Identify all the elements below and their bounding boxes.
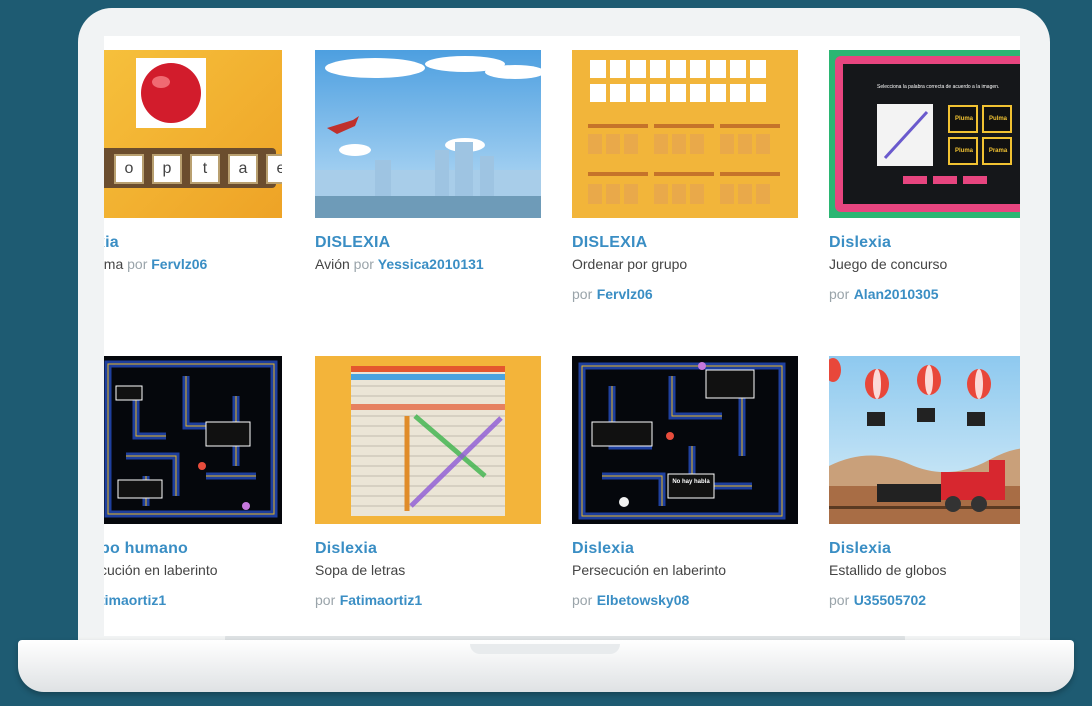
card-byline: por Fervlz06 [572, 286, 798, 304]
card-byline: timaortiz1 [104, 592, 282, 610]
activity-type: Persecución en laberinto [572, 562, 727, 578]
author-link[interactable]: Fervlz06 [151, 256, 207, 272]
group-sort-image [572, 50, 798, 218]
author-link[interactable]: Fatimaortiz1 [340, 592, 422, 608]
activity-type: cución en laberinto [104, 562, 218, 578]
quiz-option[interactable]: Pulma [984, 116, 1012, 122]
author-link[interactable]: Alan2010305 [854, 286, 939, 302]
balloon-pop-image [829, 356, 1020, 524]
screen: o p t a e xia ama por Fervlz06 [104, 36, 1020, 636]
card-title[interactable]: Dislexia [572, 540, 798, 558]
card-byline: ama por Fervlz06 [104, 256, 282, 272]
activity-type: Estallido de globos [829, 562, 947, 578]
airplane-game-image [315, 50, 541, 218]
por-label: por [572, 286, 593, 302]
activity-card[interactable]: No hay habla Dislexia Persecución en lab… [572, 356, 798, 610]
por-label: por [127, 256, 148, 272]
author-link[interactable]: U35505702 [854, 592, 926, 608]
por-label: por [829, 592, 850, 608]
ball-letters-image [104, 58, 276, 188]
author-link[interactable]: Elbetowsky08 [597, 592, 690, 608]
por-label: por [829, 286, 850, 302]
activity-type: ama [104, 256, 124, 272]
author-link[interactable]: Fervlz06 [597, 286, 653, 302]
activity-card[interactable]: Dislexia Estallido de globos por U355057… [829, 356, 1020, 610]
activity-card[interactable]: DISLEXIA Avión por Yessica2010131 [315, 50, 541, 272]
letter-tile[interactable]: o [114, 154, 144, 184]
card-thumbnail[interactable] [104, 356, 282, 524]
word-search-image [315, 356, 541, 524]
card-thumbnail[interactable]: No hay habla [572, 356, 798, 524]
card-title[interactable]: Dislexia [829, 234, 1020, 252]
por-label: por [353, 256, 374, 272]
activity-type: Ordenar por grupo [572, 256, 688, 272]
por-label: por [315, 592, 336, 608]
card-byline: por U35505702 [829, 592, 1020, 610]
activity-card[interactable]: Selecciona la palabra correcta de acuerd… [829, 50, 1020, 304]
card-byline: por Fatimaortiz1 [315, 592, 541, 610]
letter-tile[interactable]: t [190, 154, 220, 184]
maze-image [104, 360, 278, 518]
letter-tile[interactable]: p [152, 154, 182, 184]
card-title[interactable]: DISLEXIA [315, 234, 541, 252]
card-thumbnail[interactable] [315, 50, 541, 218]
quiz-option[interactable]: Pluma [950, 116, 978, 122]
card-thumbnail[interactable] [829, 356, 1020, 524]
quiz-question: Selecciona la palabra correcta de acuerd… [877, 84, 1000, 90]
letter-tile[interactable]: e [266, 154, 282, 184]
activity-type: Avión [315, 256, 350, 272]
card-title[interactable]: po humano [104, 540, 282, 558]
por-label: por [572, 592, 593, 608]
card-byline: por Elbetowsky08 [572, 592, 798, 610]
activity-card[interactable]: o p t a e xia ama por Fervlz06 [104, 50, 282, 272]
card-thumbnail[interactable]: Selecciona la palabra correcta de acuerd… [829, 50, 1020, 218]
card-byline: por Alan2010305 [829, 286, 1020, 304]
author-link[interactable]: Yessica2010131 [378, 256, 484, 272]
card-thumbnail[interactable] [572, 50, 798, 218]
author-link[interactable]: timaortiz1 [104, 592, 166, 608]
quiz-option[interactable]: Pluma [950, 148, 978, 154]
card-byline: Avión por Yessica2010131 [315, 256, 541, 272]
maze-image [578, 362, 786, 520]
laptop-base [18, 640, 1074, 692]
activity-type: Juego de concurso [829, 256, 948, 272]
activity-card[interactable]: DISLEXIA Ordenar por grupo por Fervlz06 [572, 50, 798, 304]
maze-answer-label[interactable]: No hay habla [668, 479, 714, 485]
card-title[interactable]: DISLEXIA [572, 234, 798, 252]
card-title[interactable]: Dislexia [315, 540, 541, 558]
activity-card[interactable]: Dislexia Sopa de letras por Fatimaortiz1 [315, 356, 541, 610]
letter-tile[interactable]: a [228, 154, 258, 184]
card-thumbnail[interactable] [315, 356, 541, 524]
card-title[interactable]: xia [104, 234, 282, 252]
card-thumbnail[interactable]: o p t a e [104, 50, 282, 218]
activity-card[interactable]: po humano cución en laberinto timaortiz1 [104, 356, 282, 610]
laptop-notch [470, 644, 620, 654]
quiz-option[interactable]: Prama [984, 148, 1012, 154]
activity-type: Sopa de letras [315, 562, 406, 578]
quiz-frame-image [829, 50, 1020, 218]
card-title[interactable]: Dislexia [829, 540, 1020, 558]
